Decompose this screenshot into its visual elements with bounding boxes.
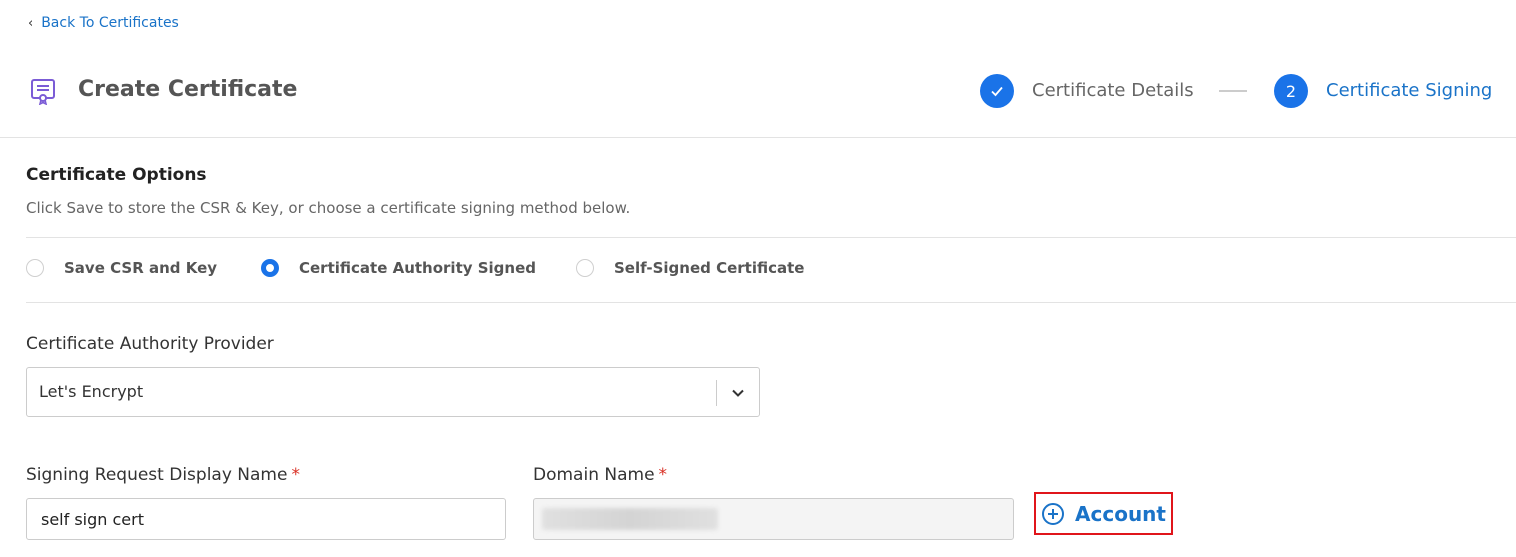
signing-request-label: Signing Request Display Name * bbox=[26, 465, 300, 485]
add-account-button[interactable]: Account bbox=[1034, 492, 1173, 535]
radio-save-csr-and-key[interactable]: Save CSR and Key bbox=[26, 259, 217, 277]
page-title: Create Certificate bbox=[78, 77, 298, 102]
domain-name-input[interactable] bbox=[533, 498, 1014, 540]
signing-request-display-name-value: self sign cert bbox=[41, 510, 144, 529]
domain-name-label: Domain Name * bbox=[533, 465, 667, 485]
options-divider-bottom bbox=[26, 302, 1516, 303]
chevron-down-icon[interactable] bbox=[729, 384, 747, 402]
required-marker: * bbox=[291, 465, 300, 485]
back-link-label: Back To Certificates bbox=[41, 15, 179, 31]
select-separator bbox=[716, 380, 717, 406]
create-certificate-page: ‹ Back To Certificates Create Certificat… bbox=[0, 0, 1516, 557]
step-connector bbox=[1219, 90, 1247, 92]
back-to-certificates-link[interactable]: ‹ Back To Certificates bbox=[28, 15, 179, 31]
signing-request-display-name-input[interactable]: self sign cert bbox=[26, 498, 506, 540]
radio-checked-icon[interactable] bbox=[261, 259, 279, 277]
radio-label: Self-Signed Certificate bbox=[614, 259, 805, 277]
step-1-complete-check-icon[interactable] bbox=[980, 74, 1014, 108]
radio-unchecked-icon[interactable] bbox=[576, 259, 594, 277]
ca-provider-select[interactable]: Let's Encrypt bbox=[26, 367, 760, 417]
domain-name-label-text: Domain Name bbox=[533, 465, 655, 485]
ca-provider-label: Certificate Authority Provider bbox=[26, 334, 274, 354]
step-2-label[interactable]: Certificate Signing bbox=[1326, 80, 1492, 101]
step-1-label[interactable]: Certificate Details bbox=[1032, 80, 1194, 101]
header-divider bbox=[0, 137, 1516, 138]
step-2-number[interactable]: 2 bbox=[1274, 74, 1308, 108]
options-divider-top bbox=[26, 237, 1516, 238]
radio-label: Certificate Authority Signed bbox=[299, 259, 537, 277]
signing-request-label-text: Signing Request Display Name bbox=[26, 465, 288, 485]
radio-certificate-authority-signed[interactable]: Certificate Authority Signed bbox=[261, 259, 536, 277]
plus-circle-icon bbox=[1042, 502, 1065, 525]
chevron-left-icon: ‹ bbox=[28, 15, 34, 31]
ca-provider-selected-value: Let's Encrypt bbox=[39, 382, 144, 401]
radio-label: Save CSR and Key bbox=[64, 259, 218, 277]
radio-unchecked-icon[interactable] bbox=[26, 259, 44, 277]
certificate-options-title: Certificate Options bbox=[26, 165, 207, 185]
redacted-domain-value bbox=[542, 508, 718, 530]
account-button-label: Account bbox=[1075, 501, 1166, 526]
required-marker: * bbox=[658, 465, 668, 485]
certificate-options-description: Click Save to store the CSR & Key, or ch… bbox=[26, 199, 631, 217]
certificate-icon bbox=[31, 79, 55, 105]
radio-self-signed-certificate[interactable]: Self-Signed Certificate bbox=[576, 259, 804, 277]
